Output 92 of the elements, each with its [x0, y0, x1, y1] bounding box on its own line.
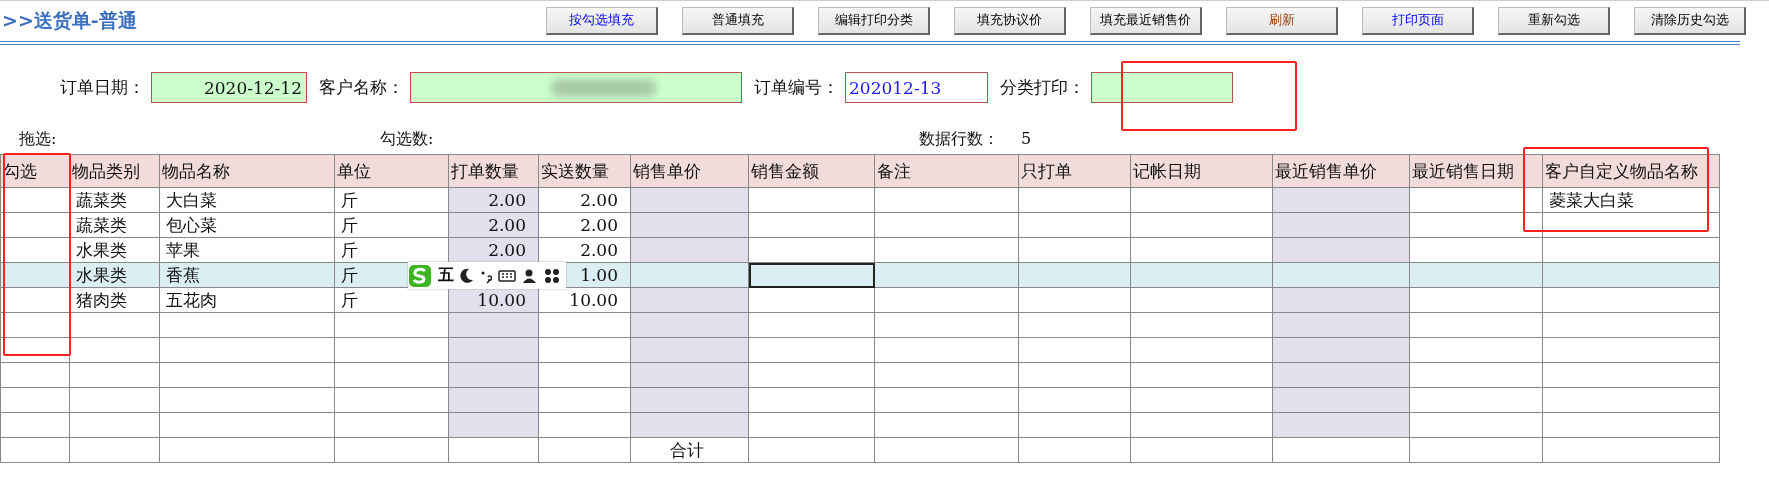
table-cell[interactable]: [874, 262, 1019, 288]
table-cell[interactable]: [1272, 212, 1410, 238]
table-cell[interactable]: [630, 387, 749, 413]
table-cell[interactable]: [448, 312, 539, 338]
field-label: 订单日期：: [60, 76, 145, 99]
column-header: 物品类别: [69, 154, 160, 188]
table-cell[interactable]: [630, 237, 749, 263]
table-cell[interactable]: [748, 262, 875, 288]
toolbar-button[interactable]: 清除历史勾选: [1634, 6, 1746, 35]
table-cell[interactable]: [1272, 412, 1410, 438]
table-cell[interactable]: 大白菜: [159, 187, 335, 213]
drag-label: 拖选:: [19, 129, 57, 150]
toolbar-button[interactable]: 填充最近销售价: [1090, 6, 1202, 35]
toolbar-button[interactable]: 重新勾选: [1498, 6, 1610, 35]
keyboard-icon[interactable]: [498, 269, 516, 282]
table-cell[interactable]: [630, 412, 749, 438]
table-cell[interactable]: 斤: [334, 212, 449, 238]
table-cell[interactable]: [630, 187, 749, 213]
toolbar-button[interactable]: 普通填充: [682, 6, 794, 35]
table-cell[interactable]: [630, 362, 749, 388]
table-cell[interactable]: [1272, 362, 1410, 388]
ime-logo-icon[interactable]: [408, 263, 432, 288]
column-header: 销售金额: [748, 154, 875, 188]
table-cell[interactable]: [1130, 262, 1273, 288]
column-header: 备注: [874, 154, 1019, 188]
table-cell[interactable]: [1272, 262, 1410, 288]
table-cell[interactable]: [1272, 312, 1410, 338]
table-cell[interactable]: 苹果: [159, 237, 335, 263]
table-cell[interactable]: [448, 412, 539, 438]
table-cell[interactable]: 2.00: [448, 212, 539, 238]
row-count-label: 数据行数：: [919, 129, 999, 150]
input-field[interactable]: 202012-13: [845, 72, 988, 103]
table-cell[interactable]: 水果类: [69, 262, 160, 288]
table-cell[interactable]: 2.00: [448, 237, 539, 263]
table-cell[interactable]: 2.00: [538, 187, 631, 213]
input-field[interactable]: 2020-12-12: [151, 72, 307, 103]
column-header: 勾选: [0, 154, 70, 188]
input-field[interactable]: [410, 72, 742, 103]
table-cell[interactable]: [1272, 287, 1410, 313]
table-cell[interactable]: 香蕉: [159, 262, 335, 288]
table-cell[interactable]: 猪肉类: [69, 287, 160, 313]
table-cell[interactable]: [448, 387, 539, 413]
table-cell[interactable]: 包心菜: [159, 212, 335, 238]
table-cell[interactable]: [448, 337, 539, 363]
field-label: 订单编号：: [754, 76, 839, 99]
field-label: 客户名称：: [319, 76, 404, 99]
table-cell[interactable]: 蔬菜类: [69, 187, 160, 213]
table-cell[interactable]: [1542, 262, 1720, 288]
table-cell[interactable]: [1409, 262, 1543, 288]
table-cell[interactable]: 2.00: [448, 187, 539, 213]
table-cell[interactable]: [1272, 237, 1410, 263]
table-cell[interactable]: [630, 312, 749, 338]
moon-icon[interactable]: [460, 267, 474, 284]
toolbar-button[interactable]: 按勾选填充: [546, 6, 658, 35]
column-header: 单位: [334, 154, 449, 188]
field-label: 分类打印：: [1000, 76, 1085, 99]
table-cell[interactable]: 水果类: [69, 237, 160, 263]
toolbar-button[interactable]: 填充协议价: [954, 6, 1066, 35]
column-header: 物品名称: [159, 154, 335, 188]
row-count: 5: [1021, 129, 1032, 148]
apps-icon[interactable]: [544, 267, 560, 284]
table-cell[interactable]: [1272, 337, 1410, 363]
table-cell[interactable]: 蔬菜类: [69, 212, 160, 238]
table-cell[interactable]: 10.00: [448, 287, 539, 313]
column-header: 最近销售日期: [1409, 154, 1543, 188]
checked-count-label: 勾选数:: [380, 129, 434, 150]
table-cell[interactable]: [1018, 262, 1131, 288]
table-cell[interactable]: [630, 337, 749, 363]
page-title: >>送货单-普通: [1, 7, 138, 33]
column-header: 打单数量: [448, 154, 539, 188]
column-header: 只打单: [1018, 154, 1131, 188]
column-header: 最近销售单价: [1272, 154, 1410, 188]
column-header: 记帐日期: [1130, 154, 1273, 188]
table-cell[interactable]: 菱菜大白菜: [1542, 187, 1720, 213]
person-icon[interactable]: [522, 267, 538, 284]
toolbar-button[interactable]: 刷新: [1226, 6, 1338, 35]
column-header: 客户自定义物品名称: [1542, 154, 1720, 188]
table-cell[interactable]: 五花肉: [159, 287, 335, 313]
table-cell[interactable]: [448, 362, 539, 388]
table-cell[interactable]: [1272, 187, 1410, 213]
table-cell[interactable]: 合计: [630, 437, 749, 463]
table-cell[interactable]: 斤: [334, 187, 449, 213]
table-cell[interactable]: [1272, 387, 1410, 413]
column-header: 实送数量: [538, 154, 631, 188]
table-cell[interactable]: [630, 212, 749, 238]
table-cell[interactable]: [630, 287, 749, 313]
table-cell[interactable]: [630, 262, 749, 288]
table-cell[interactable]: 2.00: [538, 212, 631, 238]
toolbar-button[interactable]: 编辑打印分类: [818, 6, 930, 35]
column-header: 销售单价: [630, 154, 749, 188]
toolbar-button[interactable]: 打印页面: [1362, 6, 1474, 35]
input-field[interactable]: [1091, 72, 1233, 103]
